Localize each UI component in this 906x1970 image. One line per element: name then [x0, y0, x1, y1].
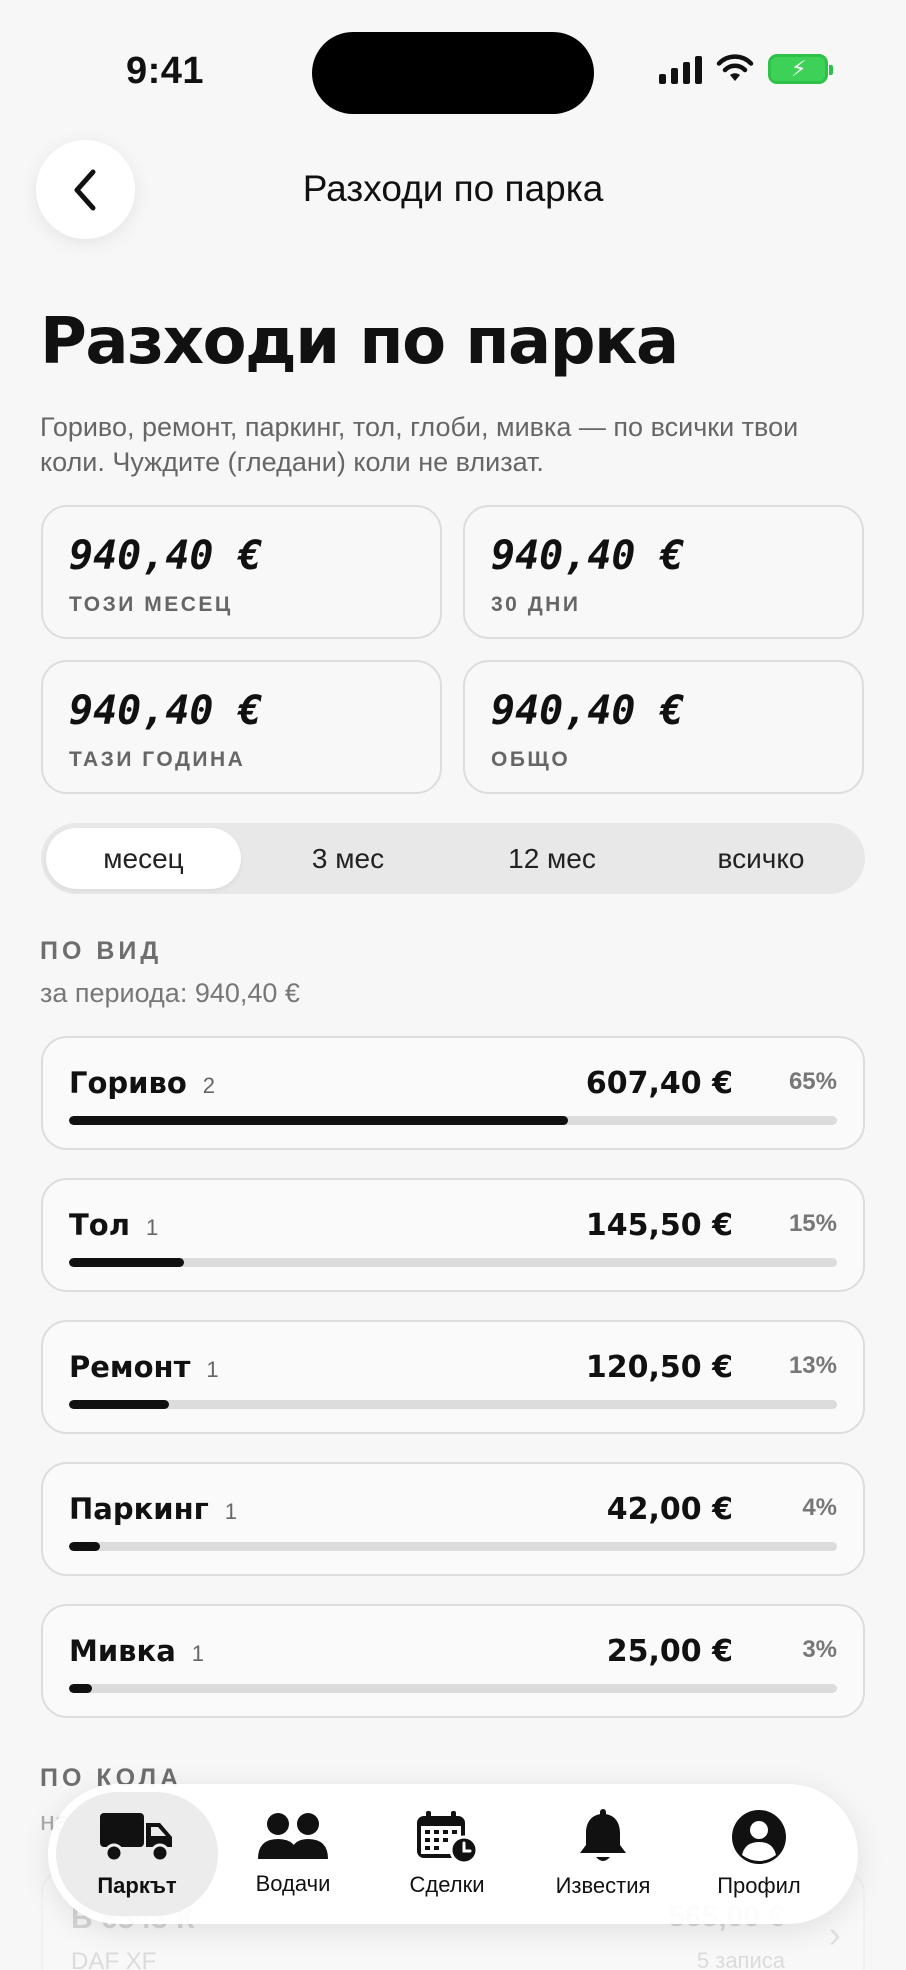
category-progress-fill — [69, 1684, 93, 1693]
tab-label: Сделки — [409, 1872, 485, 1897]
stat-label: ТАЗИ ГОДИНА — [69, 748, 246, 771]
stat-value: 940,40 € — [69, 533, 262, 579]
wifi-icon — [716, 54, 754, 81]
tab-label: Водачи — [255, 1871, 331, 1896]
people-icon — [258, 1813, 328, 1859]
person-icon — [732, 1810, 786, 1864]
signal-icon — [659, 54, 702, 84]
category-amount: 145,50 € — [585, 1208, 733, 1243]
category-amount: 25,00 € — [606, 1634, 733, 1669]
category-amount: 120,50 € — [585, 1350, 733, 1385]
category-progress-fill — [69, 1116, 569, 1125]
period-12-months[interactable]: 12 мес — [457, 828, 647, 889]
category-name: Гориво — [69, 1066, 187, 1100]
chevron-right-icon: › — [828, 1914, 841, 1956]
tab-deals[interactable]: Сделки — [366, 1792, 528, 1916]
category-percent: 65% — [788, 1068, 837, 1095]
period-selector: месец 3 мес 12 мес всичко — [41, 823, 865, 894]
tab-fleet[interactable]: Паркът — [56, 1792, 218, 1916]
category-count: 2 — [202, 1073, 216, 1098]
stat-value: 940,40 € — [491, 533, 684, 579]
tab-drivers[interactable]: Водачи — [212, 1792, 374, 1916]
dynamic-island — [312, 32, 594, 114]
category-count: 1 — [191, 1641, 205, 1666]
bell-icon — [580, 1809, 626, 1861]
battery-icon: ⚡ — [768, 54, 833, 84]
category-row-toll[interactable]: Тол 1 145,50 € 15% — [41, 1178, 865, 1292]
category-amount: 607,40 € — [585, 1066, 733, 1101]
category-progress — [69, 1684, 837, 1693]
category-progress-fill — [69, 1400, 169, 1409]
category-count: 1 — [145, 1215, 159, 1240]
stat-label: 30 ДНИ — [491, 593, 581, 616]
section-heading-by-type: ПО ВИД — [40, 937, 163, 965]
stat-value: 940,40 € — [69, 688, 262, 734]
stat-card-30-days: 940,40 € 30 ДНИ — [463, 505, 864, 639]
status-icons: ⚡ — [659, 54, 833, 84]
car-model: DAF XF — [71, 1948, 157, 1970]
category-row-fuel[interactable]: Гориво 2 607,40 € 65% — [41, 1036, 865, 1150]
stat-label: ОБЩО — [491, 748, 571, 771]
category-name: Тол — [69, 1208, 130, 1242]
category-count: 1 — [224, 1499, 238, 1524]
status-time: 9:41 — [126, 50, 205, 92]
category-name: Ремонт — [69, 1350, 191, 1384]
tab-label: Профил — [717, 1873, 801, 1898]
category-name: Паркинг — [69, 1492, 209, 1526]
stat-label: ТОЗИ МЕСЕЦ — [69, 593, 233, 616]
category-progress-fill — [69, 1258, 185, 1267]
category-progress — [69, 1400, 837, 1409]
stat-card-this-month: 940,40 € ТОЗИ МЕСЕЦ — [41, 505, 442, 639]
period-all[interactable]: всичко — [663, 828, 859, 889]
truck-icon — [100, 1813, 172, 1863]
category-percent: 13% — [788, 1352, 837, 1379]
category-count: 1 — [206, 1357, 219, 1382]
car-records: 5 записа — [696, 1948, 785, 1970]
stat-card-total: 940,40 € ОБЩО — [463, 660, 864, 794]
tab-label: Известия — [555, 1873, 651, 1898]
period-3-months[interactable]: 3 мес — [253, 828, 443, 889]
category-progress-fill — [69, 1542, 100, 1551]
category-progress — [69, 1258, 837, 1267]
page-title: Разходи по парка — [40, 305, 679, 379]
period-month[interactable]: месец — [46, 828, 241, 889]
section-subtitle-by-type: за периода: 940,40 € — [40, 978, 300, 1008]
tab-label: Паркът — [97, 1873, 177, 1898]
nav-title: Разходи по парка — [302, 168, 604, 209]
stat-value: 940,40 € — [491, 688, 684, 734]
category-percent: 4% — [802, 1494, 837, 1521]
category-amount: 42,00 € — [606, 1492, 733, 1527]
category-percent: 3% — [802, 1636, 837, 1663]
category-row-carwash[interactable]: Мивка 1 25,00 € 3% — [41, 1604, 865, 1718]
page-subtitle: Гориво, ремонт, паркинг, тол, глоби, мив… — [40, 412, 799, 477]
calendar-clock-icon — [417, 1811, 479, 1864]
stat-card-this-year: 940,40 € ТАЗИ ГОДИНА — [41, 660, 442, 794]
category-progress — [69, 1542, 837, 1551]
category-row-parking[interactable]: Паркинг 1 42,00 € 4% — [41, 1462, 865, 1576]
category-name: Мивка — [69, 1634, 176, 1668]
tab-profile[interactable]: Профил — [678, 1792, 840, 1916]
category-percent: 15% — [788, 1210, 837, 1237]
tab-notifications[interactable]: Известия — [522, 1792, 684, 1916]
tab-bar: Паркът Водачи Сделки Известия Профил — [48, 1784, 858, 1924]
category-row-repair[interactable]: Ремонт 1 120,50 € 13% — [41, 1320, 865, 1434]
category-progress — [69, 1116, 837, 1125]
